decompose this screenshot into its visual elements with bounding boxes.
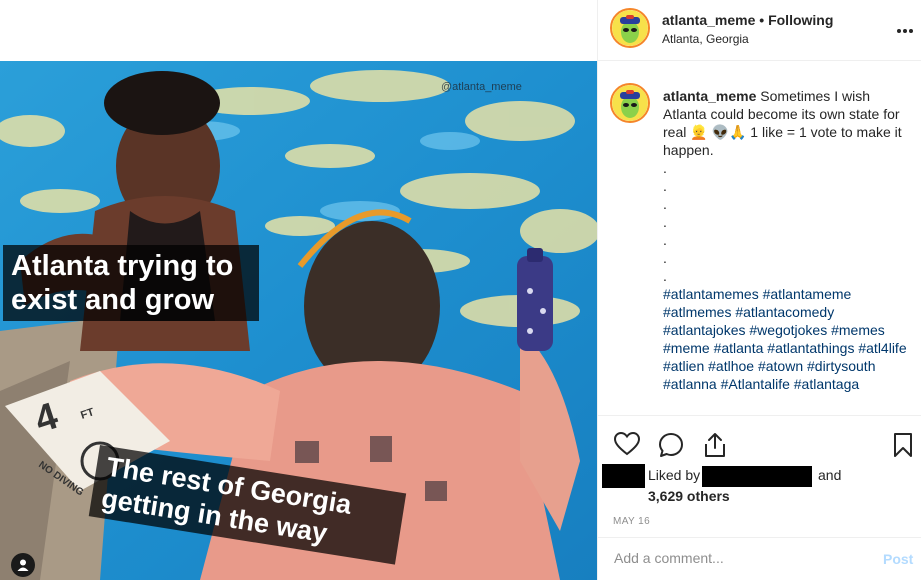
caption-username[interactable]: atlanta_meme xyxy=(663,88,756,104)
caption-dot: . xyxy=(663,214,667,230)
comment-bubble-icon[interactable] xyxy=(658,432,684,463)
alien-avatar-icon xyxy=(612,10,648,46)
add-comment-bar: Post xyxy=(598,537,921,580)
caption-dot: . xyxy=(663,268,667,284)
bookmark-icon[interactable] xyxy=(893,432,913,463)
location-link[interactable]: Atlanta, Georgia xyxy=(662,32,749,46)
avatar[interactable] xyxy=(610,8,650,48)
post-caption: atlanta_meme Sometimes I wish Atlanta co… xyxy=(663,87,915,393)
comment-input[interactable] xyxy=(614,550,864,566)
comments-area[interactable]: atlanta_meme Sometimes I wish Atlanta co… xyxy=(598,61,921,415)
caption-dot: . xyxy=(663,178,667,194)
redacted-avatar xyxy=(602,464,645,488)
likes-count-link[interactable]: 3,629 others xyxy=(648,488,730,504)
caption-dot: . xyxy=(663,250,667,266)
watermark: @atlanta_meme xyxy=(441,81,522,93)
post-date[interactable]: MAY 16 xyxy=(613,516,650,527)
post-header: atlanta_meme • Following Atlanta, Georgi… xyxy=(598,0,921,61)
header-username[interactable]: atlanta_meme xyxy=(662,12,755,28)
liked-by-label: Liked by xyxy=(648,467,701,483)
meme-caption-top: Atlanta trying to exist and grow xyxy=(3,245,259,321)
following-button[interactable]: Following xyxy=(768,12,833,28)
redacted-username xyxy=(702,466,812,487)
post-comment-button[interactable]: Post xyxy=(883,551,913,567)
more-options-icon[interactable] xyxy=(896,18,914,39)
caption-dot: . xyxy=(663,196,667,212)
likes-row: Liked by and xyxy=(602,464,918,488)
hashtag-list[interactable]: #atlantamemes #atlantameme #atlmemes #at… xyxy=(663,285,915,393)
post-media[interactable]: 4 FT NO DIVING @atlanta_meme Atlanta try… xyxy=(0,0,597,580)
liked-and-label: and xyxy=(818,467,842,483)
tagged-user-button[interactable] xyxy=(11,553,35,577)
separator-dot: • xyxy=(759,12,765,28)
caption-dots: . . . . . . . xyxy=(663,159,915,285)
header-username-row: atlanta_meme • Following xyxy=(662,12,833,28)
post-actions: Liked by and 3,629 others MAY 16 xyxy=(598,415,921,555)
caption-avatar[interactable] xyxy=(610,83,650,123)
alien-avatar-icon xyxy=(612,85,648,121)
caption-dot: . xyxy=(663,160,667,176)
caption-dot: . xyxy=(663,232,667,248)
share-icon[interactable] xyxy=(703,432,727,463)
post-side-panel: atlanta_meme • Following Atlanta, Georgi… xyxy=(597,0,921,580)
person-icon xyxy=(17,559,29,571)
heart-icon[interactable] xyxy=(613,431,641,461)
